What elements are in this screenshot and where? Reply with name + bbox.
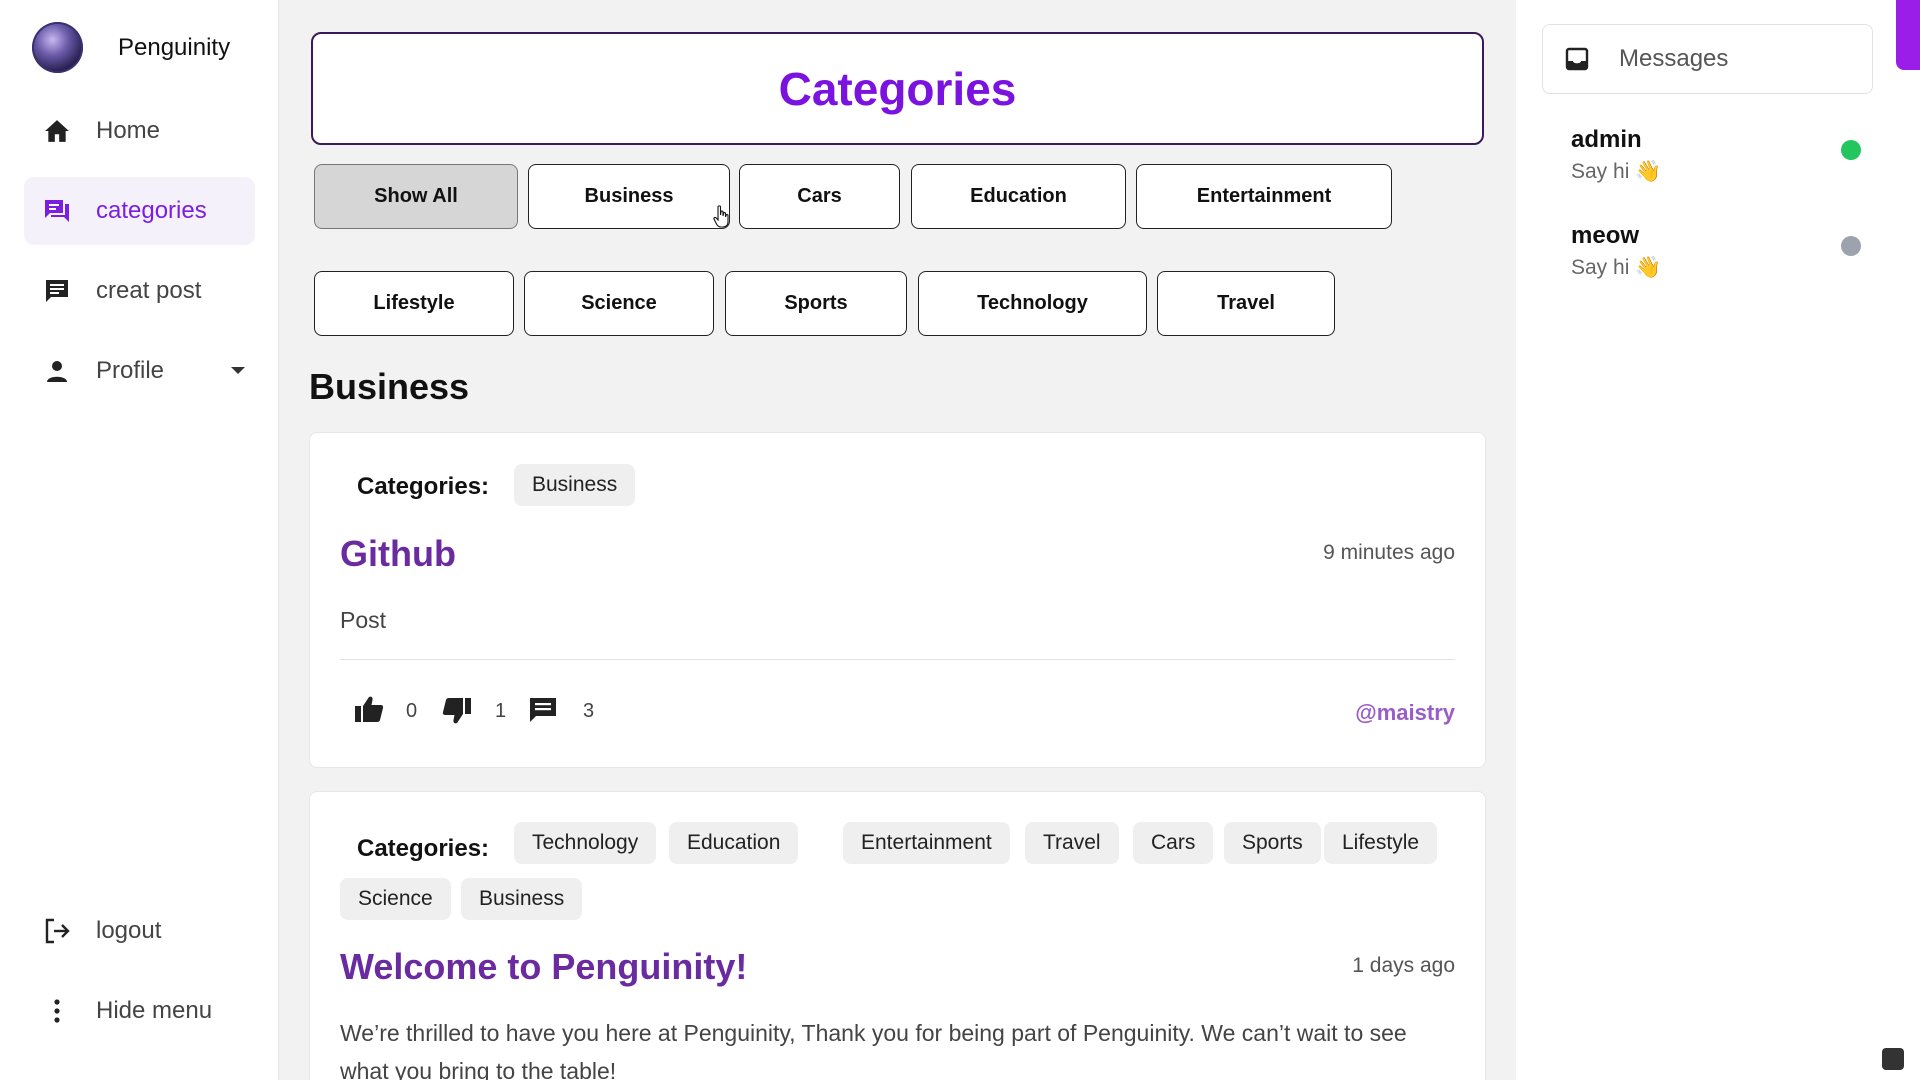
- chat-user-subtitle-row: Say hi 👋: [1571, 160, 1861, 184]
- more-vertical-icon: [42, 996, 72, 1026]
- post-divider: [340, 659, 1455, 660]
- filter-sports[interactable]: Sports: [725, 271, 907, 336]
- brand-name: Penguinity: [118, 33, 231, 61]
- waving-hand-icon: 👋: [1635, 256, 1662, 279]
- chat-user-subtitle: Say hi: [1571, 256, 1630, 279]
- post-title[interactable]: Github: [340, 533, 456, 575]
- filter-cars[interactable]: Cars: [739, 164, 900, 229]
- post-title[interactable]: Welcome to Penguinity!: [340, 946, 747, 988]
- page-title: Categories: [778, 62, 1017, 115]
- chat-user-name: meow: [1571, 222, 1640, 249]
- hide-menu-button[interactable]: Hide menu: [24, 977, 255, 1045]
- logout-label: logout: [96, 917, 162, 944]
- messages-panel: Messages admin Say hi 👋 meow Say hi 👋: [1516, 0, 1920, 1080]
- main-content: Categories Show All Business Cars Educat…: [279, 0, 1516, 1080]
- like-count: 0: [406, 700, 418, 722]
- filter-entertainment[interactable]: Entertainment: [1136, 164, 1392, 229]
- widget-icon[interactable]: [1882, 1048, 1904, 1070]
- chat-post-icon: [42, 276, 72, 306]
- category-chip[interactable]: Business: [461, 878, 583, 920]
- category-chip[interactable]: Technology: [514, 822, 657, 864]
- waving-hand-icon: 👋: [1635, 160, 1662, 183]
- filter-lifestyle[interactable]: Lifestyle: [314, 271, 514, 336]
- category-chip[interactable]: Education: [669, 822, 799, 864]
- comment-count: 3: [583, 700, 595, 722]
- messages-button[interactable]: Messages: [1542, 24, 1873, 94]
- sidebar-item-home[interactable]: Home: [24, 97, 255, 165]
- chevron-down-icon: [231, 367, 245, 374]
- category-chip[interactable]: Cars: [1133, 822, 1214, 864]
- post-body: We’re thrilled to have you here at Pengu…: [340, 1020, 1407, 1080]
- filter-science[interactable]: Science: [524, 271, 714, 336]
- section-title: Business: [309, 366, 470, 407]
- sidebar-item-label: categories: [96, 197, 207, 224]
- filter-technology[interactable]: Technology: [918, 271, 1147, 336]
- category-chip[interactable]: Sports: [1224, 822, 1321, 864]
- messages-label: Messages: [1619, 45, 1729, 72]
- category-chip[interactable]: Entertainment: [843, 822, 1010, 864]
- sidebar: Penguinity Home categories creat post Pr…: [0, 0, 279, 1080]
- thumbs-down-icon: [442, 698, 471, 724]
- filter-education[interactable]: Education: [911, 164, 1126, 229]
- sidebar-item-profile[interactable]: Profile: [24, 337, 255, 405]
- online-status-dot: [1841, 140, 1861, 160]
- sidebar-item-categories[interactable]: categories: [24, 177, 255, 245]
- comment-button[interactable]: [529, 697, 557, 723]
- forum-icon: [42, 196, 72, 226]
- sidebar-item-label: Profile: [96, 357, 165, 384]
- scrollbar-thumb[interactable]: [1896, 0, 1920, 70]
- categories-label: Categories:: [357, 473, 490, 500]
- chat-user-subtitle-row: Say hi 👋: [1571, 256, 1861, 280]
- home-icon: [42, 116, 72, 146]
- logout-icon: [42, 916, 72, 946]
- hand-cursor-icon: [713, 205, 729, 228]
- post-card[interactable]: Categories: Business Github 9 minutes ag…: [309, 432, 1486, 768]
- category-chip[interactable]: Business: [514, 464, 636, 506]
- sidebar-item-create-post[interactable]: creat post: [24, 257, 255, 325]
- hide-menu-label: Hide menu: [96, 997, 213, 1024]
- person-icon: [42, 356, 72, 386]
- category-chip[interactable]: Science: [340, 878, 451, 920]
- filter-business[interactable]: Business: [528, 164, 730, 229]
- post-body: Post: [340, 607, 387, 633]
- post-author[interactable]: @maistry: [1355, 700, 1455, 726]
- post-time: 1 days ago: [1352, 954, 1455, 977]
- chat-user-row[interactable]: meow Say hi 👋: [1571, 222, 1861, 280]
- post-time: 9 minutes ago: [1323, 541, 1455, 564]
- sidebar-item-label: Home: [96, 117, 161, 144]
- sidebar-item-label: creat post: [96, 277, 202, 304]
- brand[interactable]: Penguinity: [32, 22, 230, 73]
- offline-status-dot: [1841, 236, 1861, 256]
- chat-user-row[interactable]: admin Say hi 👋: [1571, 126, 1861, 184]
- category-chip[interactable]: Lifestyle: [1324, 822, 1438, 864]
- categories-label: Categories:: [357, 835, 490, 862]
- inbox-icon: [1565, 47, 1589, 71]
- dislike-button[interactable]: [442, 697, 472, 725]
- chat-user-name: admin: [1571, 126, 1642, 153]
- category-chip[interactable]: Travel: [1025, 822, 1119, 864]
- post-card[interactable]: Categories: Technology Education Enterta…: [309, 791, 1486, 1080]
- like-button[interactable]: [354, 695, 384, 723]
- chat-user-subtitle: Say hi: [1571, 160, 1630, 183]
- filter-travel[interactable]: Travel: [1157, 271, 1335, 336]
- filter-show-all[interactable]: Show All: [314, 164, 518, 229]
- brand-avatar: [32, 22, 83, 73]
- page-title-box: Categories: [311, 32, 1484, 145]
- thumbs-up-icon: [355, 696, 384, 722]
- dislike-count: 1: [495, 700, 507, 722]
- comment-icon: [530, 698, 556, 722]
- logout-button[interactable]: logout: [24, 897, 255, 965]
